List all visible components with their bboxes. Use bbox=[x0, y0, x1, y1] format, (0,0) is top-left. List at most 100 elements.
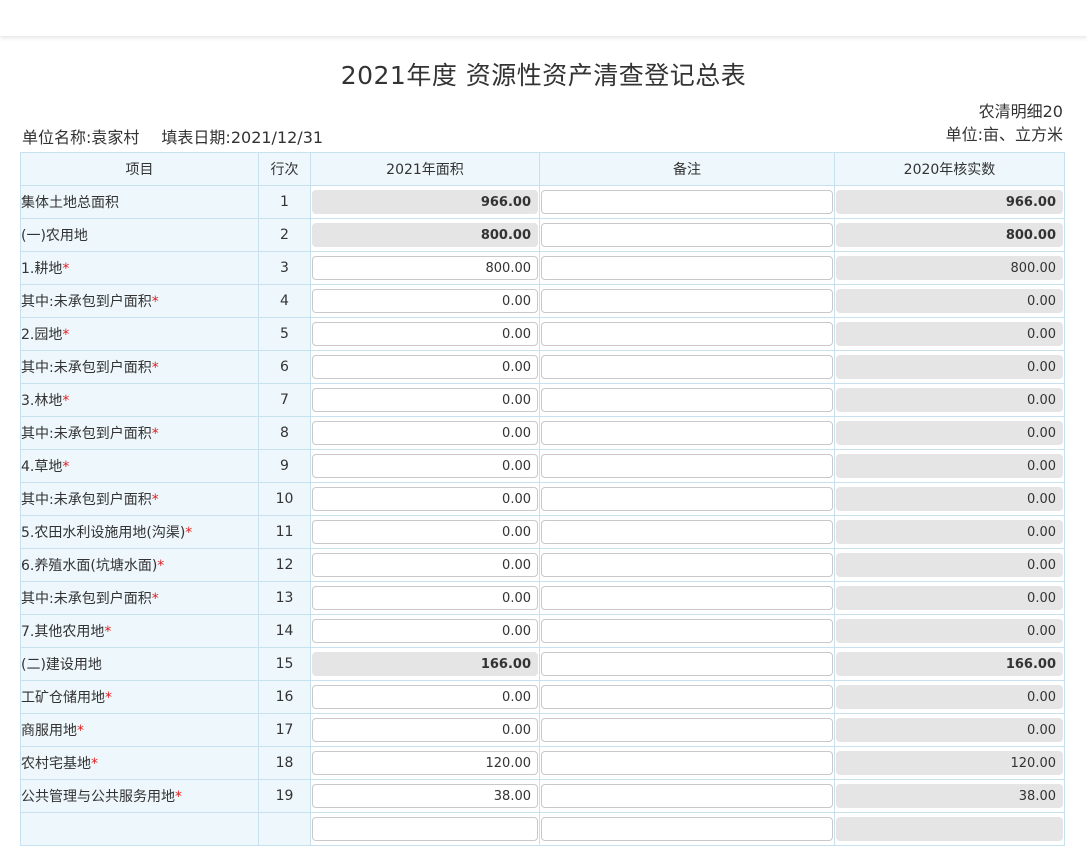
table-row: 农村宅基地* 18 120.00 120.00 bbox=[20, 746, 1065, 780]
row-item-name: 7.其他农用地 bbox=[21, 624, 105, 640]
remark-input[interactable] bbox=[541, 520, 833, 544]
area-2021-input[interactable]: 0.00 bbox=[312, 487, 538, 511]
table-row: 工矿仓储用地* 16 0.00 0.00 bbox=[20, 680, 1065, 714]
verified-2020-value: 800.00 bbox=[836, 223, 1063, 247]
remark-input[interactable] bbox=[541, 718, 833, 742]
remark-input[interactable] bbox=[541, 289, 833, 313]
remark-input[interactable] bbox=[541, 190, 833, 214]
remark-input[interactable] bbox=[541, 751, 833, 775]
row-line-no: 13 bbox=[258, 581, 311, 615]
column-header-area-2021: 2021年面积 bbox=[310, 152, 540, 186]
area-2021-input[interactable]: 0.00 bbox=[312, 322, 538, 346]
area-2021-input[interactable]: 0.00 bbox=[312, 355, 538, 379]
area-2021-input[interactable]: 0.00 bbox=[312, 718, 538, 742]
required-marker: * bbox=[185, 525, 193, 541]
remark-cell bbox=[539, 416, 835, 450]
row-item-cell: 其中:未承包到户面积* bbox=[20, 350, 259, 384]
column-header-remark: 备注 bbox=[539, 152, 835, 186]
area-2021-cell: 0.00 bbox=[310, 614, 540, 648]
remark-input[interactable] bbox=[541, 487, 833, 511]
remark-input[interactable] bbox=[541, 784, 833, 808]
area-2021-input[interactable]: 0.00 bbox=[312, 388, 538, 412]
area-2021-input[interactable]: 0.00 bbox=[312, 520, 538, 544]
row-item-cell: 1.耕地* bbox=[20, 251, 259, 285]
row-line-no: 9 bbox=[258, 449, 311, 483]
area-2021-cell: 0.00 bbox=[310, 317, 540, 351]
area-2021-cell: 0.00 bbox=[310, 581, 540, 615]
remark-input[interactable] bbox=[541, 586, 833, 610]
remark-cell bbox=[539, 680, 835, 714]
verified-2020-value: 966.00 bbox=[836, 190, 1063, 214]
remark-input[interactable] bbox=[541, 685, 833, 709]
area-2021-input[interactable]: 800.00 bbox=[312, 256, 538, 280]
remark-cell bbox=[539, 515, 835, 549]
row-item-cell: 6.养殖水面(坑塘水面)* bbox=[20, 548, 259, 582]
area-2021-total: 166.00 bbox=[312, 652, 538, 676]
row-item-name: 其中:未承包到户面积 bbox=[21, 360, 152, 376]
remark-input[interactable] bbox=[541, 619, 833, 643]
row-line-no: 7 bbox=[258, 383, 311, 417]
area-2021-input[interactable]: 0.00 bbox=[312, 619, 538, 643]
remark-input[interactable] bbox=[541, 388, 833, 412]
fill-date-label: 填表日期: bbox=[161, 128, 231, 147]
verified-2020-value: 0.00 bbox=[836, 685, 1063, 709]
table-row: 其中:未承包到户面积* 4 0.00 0.00 bbox=[20, 284, 1065, 318]
area-2021-total: 966.00 bbox=[312, 190, 538, 214]
area-2021-input[interactable]: 120.00 bbox=[312, 751, 538, 775]
row-item-cell: 7.其他农用地* bbox=[20, 614, 259, 648]
row-line-no: 8 bbox=[258, 416, 311, 450]
remark-cell bbox=[539, 647, 835, 681]
remark-cell bbox=[539, 383, 835, 417]
row-item-name: 5.农田水利设施用地(沟渠) bbox=[21, 525, 186, 541]
verified-2020-cell: 0.00 bbox=[834, 680, 1065, 714]
remark-cell bbox=[539, 713, 835, 747]
remark-input[interactable] bbox=[541, 652, 833, 676]
area-2021-input[interactable]: 0.00 bbox=[312, 454, 538, 478]
remark-input[interactable] bbox=[541, 553, 833, 577]
form-meta-right: 农清明细20 单位:亩、立方米 bbox=[946, 100, 1063, 146]
row-item-cell: 商服用地* bbox=[20, 713, 259, 747]
remark-cell bbox=[539, 779, 835, 813]
area-2021-input[interactable] bbox=[312, 817, 538, 841]
area-2021-input[interactable]: 0.00 bbox=[312, 421, 538, 445]
required-marker: * bbox=[105, 690, 112, 706]
verified-2020-cell: 0.00 bbox=[834, 581, 1065, 615]
area-2021-input[interactable]: 38.00 bbox=[312, 784, 538, 808]
remark-input[interactable] bbox=[541, 355, 833, 379]
row-line-no: 10 bbox=[258, 482, 311, 516]
row-item-cell: 其中:未承包到户面积* bbox=[20, 581, 259, 615]
row-item-name: 2.园地 bbox=[21, 327, 63, 343]
remark-cell bbox=[539, 548, 835, 582]
verified-2020-value: 120.00 bbox=[836, 751, 1063, 775]
verified-2020-cell: 966.00 bbox=[834, 185, 1065, 219]
remark-input[interactable] bbox=[541, 322, 833, 346]
row-item-name: 其中:未承包到户面积 bbox=[21, 426, 152, 442]
required-marker: * bbox=[77, 723, 84, 739]
remark-input[interactable] bbox=[541, 421, 833, 445]
remark-input[interactable] bbox=[541, 817, 833, 841]
remark-cell bbox=[539, 449, 835, 483]
verified-2020-value: 0.00 bbox=[836, 718, 1063, 742]
area-2021-input[interactable]: 0.00 bbox=[312, 586, 538, 610]
verified-2020-value: 0.00 bbox=[836, 520, 1063, 544]
table-row: (一)农用地 2 800.00 800.00 bbox=[20, 218, 1065, 252]
area-2021-input[interactable]: 0.00 bbox=[312, 289, 538, 313]
area-2021-input[interactable]: 0.00 bbox=[312, 553, 538, 577]
required-marker: * bbox=[151, 294, 159, 310]
remark-input[interactable] bbox=[541, 454, 833, 478]
row-item-cell: 工矿仓储用地* bbox=[20, 680, 259, 714]
row-item-name: 6.养殖水面(坑塘水面) bbox=[21, 558, 158, 574]
verified-2020-cell: 0.00 bbox=[834, 713, 1065, 747]
table-row: 商服用地* 17 0.00 0.00 bbox=[20, 713, 1065, 747]
page-title: 2021年度 资源性资产清查登记总表 bbox=[340, 61, 747, 90]
area-2021-input[interactable]: 0.00 bbox=[312, 685, 538, 709]
area-2021-cell: 800.00 bbox=[310, 251, 540, 285]
form-code: 农清明细20 bbox=[978, 102, 1063, 121]
required-marker: * bbox=[151, 492, 159, 508]
area-2021-cell: 0.00 bbox=[310, 350, 540, 384]
verified-2020-cell: 120.00 bbox=[834, 746, 1065, 780]
remark-input[interactable] bbox=[541, 256, 833, 280]
verified-2020-value: 38.00 bbox=[836, 784, 1063, 808]
required-marker: * bbox=[157, 558, 165, 574]
remark-input[interactable] bbox=[541, 223, 833, 247]
